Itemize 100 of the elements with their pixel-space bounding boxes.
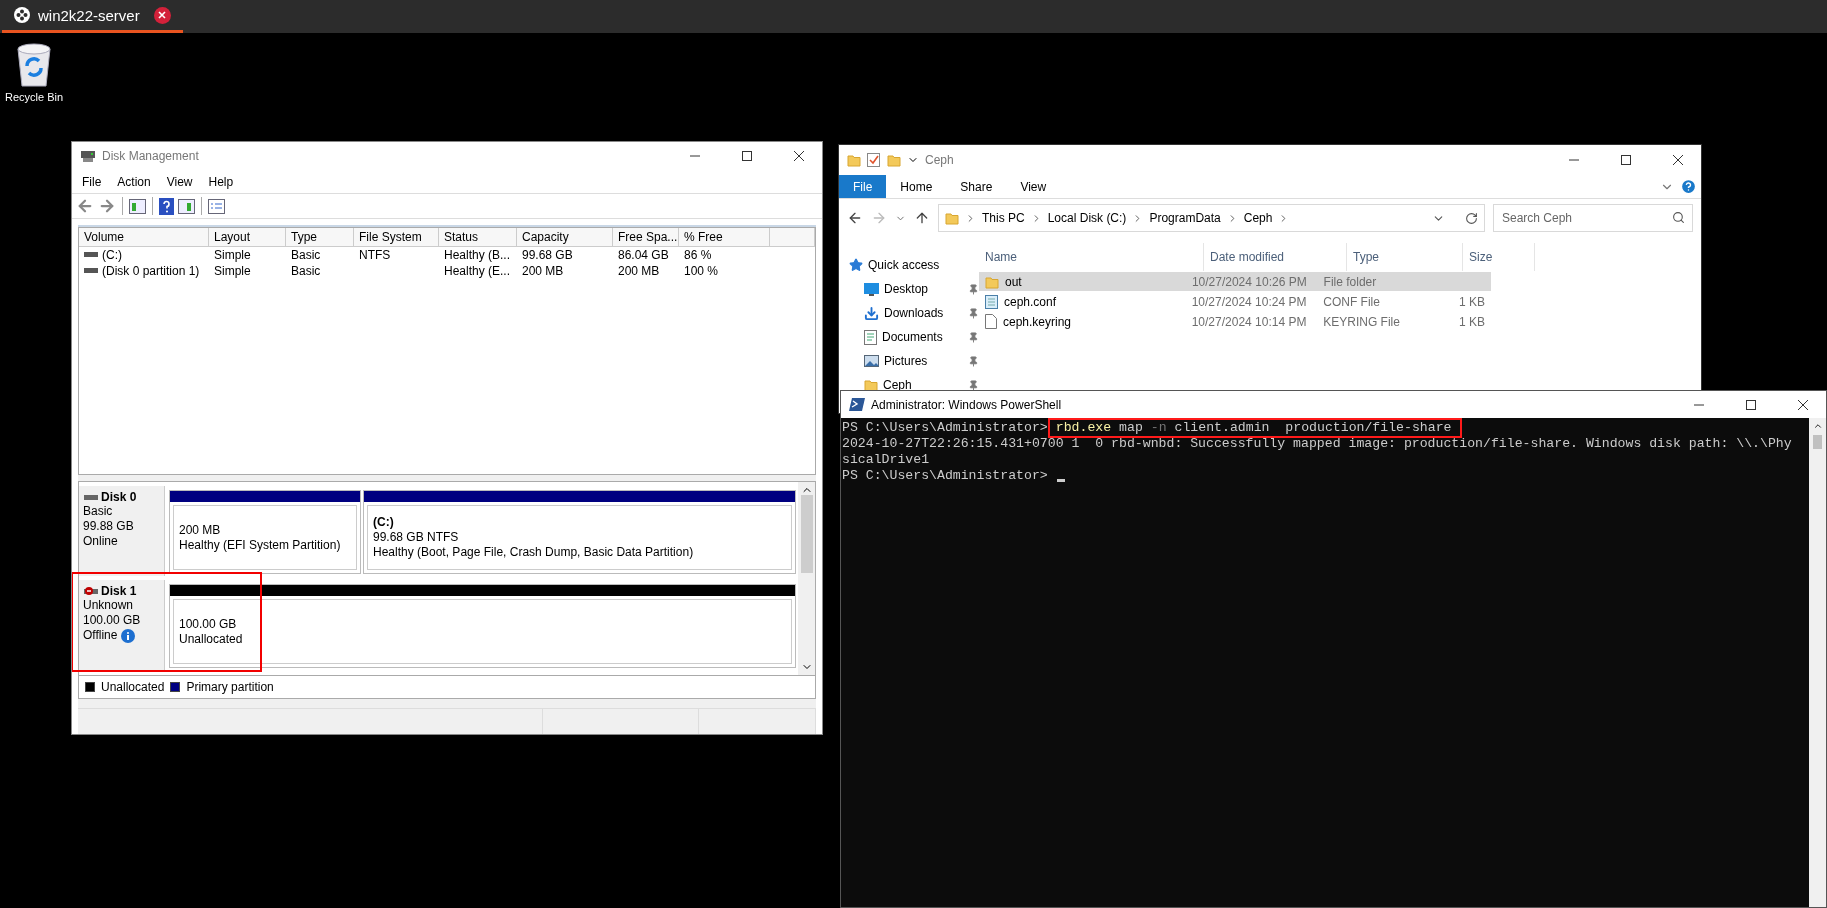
table-cell-text: 86 % — [683, 248, 713, 262]
panel-icon[interactable] — [178, 198, 195, 214]
column-header[interactable]: Type — [286, 228, 354, 247]
column-header[interactable]: Layout — [209, 228, 286, 247]
table-cell-text: 100 % — [683, 264, 720, 278]
scroll-thumb[interactable] — [1813, 435, 1822, 449]
column-header[interactable]: % Free — [679, 228, 770, 247]
column-header[interactable]: Status — [439, 228, 517, 247]
output-text: 2024-10-27T22:26:15.431+0700 1 0 rbd-wnbd: Successfully mapped image: production/file-share. Windows disk path: \\.\Phy — [842, 436, 1792, 452]
nav-item[interactable]: Desktop — [849, 281, 979, 297]
breadcrumb-item[interactable]: This PC — [982, 211, 1025, 225]
folder-icon — [847, 153, 861, 167]
menu-item[interactable]: Action — [109, 174, 159, 189]
desktop-icon — [864, 282, 879, 296]
app-icon — [14, 7, 30, 23]
ribbon-tab[interactable]: View — [1006, 175, 1061, 198]
table-cell-text: NTFS — [358, 248, 392, 262]
column-header[interactable]: Capacity — [517, 228, 613, 247]
disk-status: Online — [83, 534, 118, 549]
prompt-text: PS C:\Users\Administrator> — [842, 468, 1048, 484]
column-header[interactable]: Size — [1463, 243, 1535, 271]
disk-management-icon — [80, 149, 96, 163]
desktop-icon-label: Recycle Bin — [4, 91, 64, 103]
file-name: ceph.conf — [1004, 294, 1057, 309]
table-cell: (Disk 0 partition 1) — [79, 264, 209, 278]
refresh-icon[interactable] — [1465, 211, 1478, 225]
table-cell-text: 200 MB — [521, 264, 565, 278]
table-cell-text: Healthy (E... — [443, 264, 512, 278]
help-icon[interactable] — [1680, 178, 1697, 195]
disk-type: Basic — [83, 504, 114, 519]
up-icon[interactable] — [914, 210, 930, 226]
scrollbar[interactable] — [798, 482, 815, 675]
menu-item[interactable]: Help — [200, 174, 242, 189]
scroll-thumb[interactable] — [800, 494, 813, 573]
scroll-up-icon[interactable] — [1812, 421, 1823, 431]
close-icon[interactable] — [794, 151, 804, 161]
maximize-icon[interactable] — [742, 151, 752, 161]
file-icon — [985, 314, 997, 329]
info-icon[interactable] — [121, 628, 136, 643]
menu-item[interactable]: File — [74, 174, 110, 189]
nav-item[interactable]: Quick access — [849, 257, 979, 273]
partition[interactable]: 100.00 GB Unallocated — [169, 584, 796, 668]
panel-icon[interactable] — [129, 198, 146, 214]
partition-size: 99.68 GB NTFS — [373, 530, 460, 545]
help-icon[interactable] — [159, 197, 174, 215]
scrollbar[interactable] — [1809, 418, 1826, 907]
disk-type: Unknown — [83, 598, 135, 613]
disk-name: Disk 1 — [101, 584, 137, 598]
close-icon[interactable] — [1798, 399, 1808, 410]
table-cell-text: Healthy (B... — [443, 248, 512, 262]
column-header[interactable]: File System — [354, 228, 439, 247]
output-text: sicalDrive1 — [842, 452, 930, 468]
breadcrumb-item[interactable]: ProgramData — [1149, 211, 1221, 225]
column-header[interactable]: Name — [979, 243, 1204, 271]
column-header[interactable]: Date modified — [1204, 243, 1347, 271]
file-date: 10/27/2024 10:24 PM — [1190, 294, 1308, 309]
column-header[interactable]: Type — [1347, 243, 1463, 271]
table-cell-text: Basic — [290, 248, 322, 262]
star-icon — [849, 258, 863, 272]
partition-status: Healthy (EFI System Partition) — [179, 537, 342, 553]
close-icon[interactable] — [153, 6, 171, 24]
search-icon — [1672, 211, 1685, 224]
nav-item[interactable]: Ceph — [849, 377, 979, 393]
breadcrumb-item[interactable]: Local Disk (C:) — [1047, 211, 1127, 225]
forward-icon[interactable] — [98, 197, 116, 215]
maximize-icon[interactable] — [1746, 399, 1756, 410]
maximize-icon[interactable] — [1621, 155, 1631, 165]
search-field[interactable]: Search Ceph — [1493, 204, 1693, 232]
ribbon-tab[interactable]: File — [839, 175, 887, 198]
address-bar[interactable]: This PC Local Disk (C:) ProgramData Ceph — [938, 204, 1485, 232]
checkmark-icon[interactable] — [867, 153, 881, 167]
partition[interactable]: (C:) 99.68 GB NTFS Healthy (Boot, Page File, Crash Dump, Basic Data Partition) — [363, 490, 796, 574]
ribbon-tab[interactable]: Share — [946, 175, 1007, 198]
partition-status: Healthy (Boot, Page File, Crash Dump, Basic Data Partition) — [373, 545, 695, 560]
ribbon-tab[interactable]: Home — [886, 175, 947, 198]
nav-item[interactable]: Downloads — [849, 305, 979, 321]
table-cell-text: Simple — [213, 248, 252, 262]
document-icon — [864, 329, 877, 345]
table-cell-text: 86.04 GB — [617, 248, 670, 262]
recycle-bin-icon[interactable] — [14, 41, 54, 87]
checklist-icon[interactable] — [208, 198, 225, 214]
file-date: 10/27/2024 10:14 PM — [1190, 314, 1308, 329]
table-cell-text: 200 MB — [617, 264, 661, 278]
file-row[interactable]: ceph.keyring 10/27/2024 10:14 PM KEYRING File 1 KB — [979, 312, 1491, 331]
file-row[interactable]: ceph.conf 10/27/2024 10:24 PM CONF File 1 KB — [979, 292, 1491, 311]
menu-item[interactable]: View — [158, 174, 201, 189]
column-header[interactable]: Free Spa... — [613, 228, 679, 247]
folder-icon — [887, 153, 901, 167]
column-header[interactable]: Volume — [79, 228, 209, 247]
breadcrumb-item[interactable]: Ceph — [1243, 211, 1273, 225]
file-row[interactable]: out 10/27/2024 10:26 PM File folder — [979, 272, 1491, 291]
nav-item[interactable]: Pictures — [849, 353, 979, 369]
file-name: out — [1005, 274, 1022, 289]
back-icon[interactable] — [847, 210, 863, 226]
powershell-icon — [849, 398, 865, 411]
table-cell: (C:) — [79, 248, 209, 262]
command-text: rbd.exe map -n client.admin production/file-share — [1047, 418, 1462, 438]
close-icon[interactable] — [1673, 155, 1683, 165]
nav-item[interactable]: Documents — [849, 329, 979, 345]
partition[interactable]: 200 MB Healthy (EFI System Partition) — [169, 490, 361, 574]
